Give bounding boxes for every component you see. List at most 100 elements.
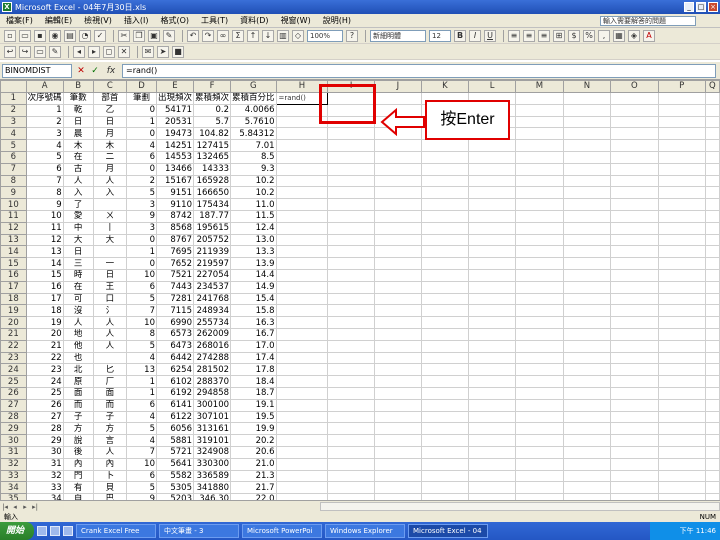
cell[interactable] [657,410,706,424]
cell[interactable] [657,398,706,412]
cell[interactable] [420,327,470,341]
cell[interactable] [704,398,720,412]
cell[interactable]: 0.2 [192,103,232,117]
send-icon[interactable]: ➤ [157,45,169,58]
cell[interactable] [374,186,422,200]
cell[interactable]: 二 [92,150,127,164]
row-header[interactable]: 6 [0,150,27,164]
cell[interactable]: 20531 [155,115,195,129]
cell[interactable] [515,363,564,377]
cell[interactable] [327,150,376,164]
cell[interactable] [327,304,376,318]
cell[interactable]: 中 [62,221,94,235]
cell[interactable] [515,162,564,176]
forward-icon[interactable]: ↪ [19,45,31,58]
cell[interactable]: 17.4 [230,351,277,365]
fill-color-icon[interactable]: ◈ [628,29,640,42]
cell[interactable] [327,469,376,483]
menu-edit[interactable]: 編輯(E) [39,15,78,26]
menu-data[interactable]: 資料(D) [234,15,274,26]
row-header[interactable]: 30 [0,434,27,447]
cell[interactable]: 17.8 [230,363,277,377]
cell[interactable] [468,268,517,282]
cell[interactable]: 15 [25,268,64,282]
cell[interactable]: 19 [25,316,64,329]
cell[interactable] [704,115,720,129]
cell[interactable] [420,186,470,200]
cell[interactable]: 2 [25,115,64,129]
cell[interactable]: 9110 [155,198,195,211]
cell[interactable] [657,233,706,247]
cell[interactable] [275,304,329,318]
menu-view[interactable]: 檢視(V) [78,15,118,26]
cell[interactable] [374,139,422,152]
cell[interactable]: 口 [92,292,127,306]
cell[interactable]: 29 [25,434,64,447]
cell[interactable] [275,422,329,436]
cell[interactable] [515,233,564,247]
cell[interactable] [468,221,517,235]
cell[interactable] [610,457,659,471]
row-header[interactable]: 1 [0,91,27,105]
cell[interactable] [468,198,517,211]
column-header[interactable]: J [374,80,422,93]
cell[interactable] [704,375,720,388]
cell[interactable] [610,139,659,152]
cell[interactable] [657,280,706,294]
cell[interactable] [515,115,564,129]
sort-desc-icon[interactable]: ↓ [262,29,274,42]
cell[interactable]: 319101 [192,434,232,447]
cell[interactable] [420,268,470,282]
cell[interactable] [374,221,422,235]
cell[interactable] [374,481,422,495]
cell[interactable]: 門 [62,469,94,483]
cell[interactable] [657,386,706,400]
cell[interactable]: 211939 [192,245,232,259]
column-header[interactable]: O [610,80,659,93]
cell[interactable]: 7443 [155,280,195,294]
cell[interactable]: 子 [92,410,127,424]
cell[interactable] [374,304,422,318]
cell[interactable]: 21.3 [230,469,277,483]
cell[interactable] [420,245,470,259]
row-header[interactable]: 34 [0,481,27,495]
cell[interactable] [610,103,659,117]
help-question-input[interactable]: 輸入需要解答的問題 [600,15,696,26]
cell[interactable]: 三 [62,257,94,270]
cell[interactable]: 而 [62,398,94,412]
cell[interactable] [515,257,564,270]
cell[interactable] [610,186,659,200]
cell[interactable]: 341880 [192,481,232,495]
cell[interactable]: 厂 [92,375,127,388]
cell[interactable] [562,127,612,141]
cell[interactable]: 19473 [155,127,195,141]
cell[interactable]: 11.5 [230,209,277,223]
cell[interactable] [275,398,329,412]
cell[interactable]: 241768 [192,292,232,306]
cell[interactable] [468,162,517,176]
cell[interactable] [657,292,706,306]
cell[interactable] [704,127,720,141]
cell[interactable]: 5.7610 [230,115,277,129]
cell[interactable] [327,375,376,388]
cell[interactable] [610,245,659,259]
cell[interactable] [275,139,329,152]
cell[interactable]: 6 [125,150,157,164]
cell[interactable] [420,339,470,353]
cell[interactable] [610,351,659,365]
quicklaunch-mail-icon[interactable] [63,526,74,536]
cell[interactable] [657,257,706,270]
cell[interactable] [420,398,470,412]
column-header[interactable]: H [275,80,329,93]
cell[interactable] [420,410,470,424]
cell[interactable] [275,245,329,259]
column-header[interactable]: Q [704,80,720,93]
cell[interactable]: 0 [125,127,157,141]
cell[interactable] [562,245,612,259]
cell[interactable]: 5305 [155,481,195,495]
cell[interactable]: 也 [62,351,94,365]
cell[interactable]: 30 [25,445,64,459]
cell[interactable] [515,221,564,235]
cell[interactable] [657,363,706,377]
cell[interactable] [562,292,612,306]
